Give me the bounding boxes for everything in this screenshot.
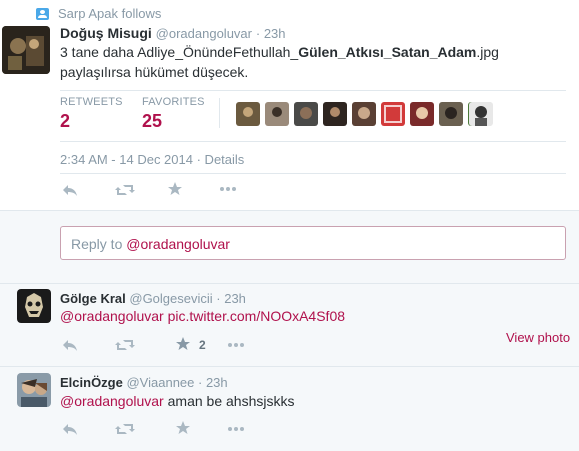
reply-time[interactable]: · 23h <box>198 375 228 390</box>
favoriter-avatar-last[interactable] <box>469 102 493 131</box>
stats-divider <box>219 98 220 128</box>
main-tweet: Sarp Apak follows Doğuş Misugi @oradango… <box>0 0 579 210</box>
reply-icon[interactable] <box>62 422 78 436</box>
tweet-text-line2: paylaşılırsa hükümet düşecek. <box>60 64 249 80</box>
view-photo-link[interactable]: View photo <box>506 330 570 345</box>
favoriters-list <box>236 102 496 131</box>
reply-icon[interactable] <box>62 338 78 352</box>
reply-mention[interactable]: @oradangoluvar <box>60 308 164 324</box>
tweet-header: Doğuş Misugi @oradangoluvar · 23h <box>60 25 286 41</box>
reply-placeholder: Reply to @oradangoluvar <box>71 236 230 252</box>
tweet-text-post: .jpg <box>476 44 499 60</box>
divider <box>60 90 566 91</box>
author-handle[interactable]: @oradangoluvar <box>156 26 252 41</box>
favoriter-avatars <box>236 102 492 126</box>
divider <box>0 210 579 211</box>
reply-photo-link[interactable]: pic.twitter.com/NOOxA4Sf08 <box>168 308 345 324</box>
more-icon[interactable] <box>228 427 244 431</box>
reply-handle: @oradangoluvar <box>126 236 230 252</box>
retweet-icon[interactable] <box>115 183 135 197</box>
tweet-timestamp[interactable]: 2:34 AM - 14 Dec 2014 <box>60 152 193 167</box>
avatar[interactable] <box>17 289 51 323</box>
divider <box>60 141 566 142</box>
retweet-icon[interactable] <box>115 338 135 352</box>
tweet-text-pre: 3 tane daha Adliye_ÖnündeFethullah_ <box>60 44 299 60</box>
tweet-text-line1: 3 tane daha Adliye_ÖnündeFethullah_Gülen… <box>60 44 499 60</box>
reply-text: @oradangoluvar pic.twitter.com/NOOxA4Sf0… <box>60 308 345 324</box>
avatar[interactable] <box>17 373 51 407</box>
more-icon[interactable] <box>228 343 244 347</box>
avatar-image <box>17 289 51 323</box>
favorite-count: 2 <box>199 338 206 352</box>
avatar[interactable] <box>2 26 50 74</box>
follow-icon <box>36 8 49 20</box>
reply-author-handle[interactable]: @Viaannee <box>126 375 194 390</box>
retweets-count[interactable]: 2 <box>60 111 70 132</box>
author-name[interactable]: Doğuş Misugi <box>60 25 152 41</box>
favorite-icon[interactable] <box>175 336 191 352</box>
reply-input[interactable]: Reply to @oradangoluvar <box>60 226 566 260</box>
avatar-image <box>2 26 50 74</box>
reply-body: aman be ahshsjskks <box>163 393 295 409</box>
reply-header: Gölge Kral @Golgesevicii · 23h <box>60 291 246 306</box>
favorite-icon[interactable] <box>167 181 183 197</box>
avatar-image <box>17 373 51 407</box>
reply-author-name[interactable]: Gölge Kral <box>60 291 126 306</box>
tweet-time[interactable]: · 23h <box>256 26 286 41</box>
more-icon[interactable] <box>220 187 236 191</box>
retweet-icon[interactable] <box>115 422 135 436</box>
reply-mention[interactable]: @oradangoluvar <box>60 393 164 409</box>
follow-notification[interactable]: Sarp Apak follows <box>58 6 161 21</box>
retweets-label[interactable]: RETWEETS <box>60 96 123 108</box>
reply-prefix: Reply to <box>71 236 127 252</box>
tweet-text-bold: Gülen_Atkısı_Satan_Adam <box>298 44 477 60</box>
reply-author-handle[interactable]: @Golgesevicii <box>129 291 212 306</box>
reply-time[interactable]: · 23h <box>216 291 246 306</box>
favorites-count[interactable]: 25 <box>142 111 162 132</box>
details-link[interactable]: · Details <box>197 152 245 167</box>
reply-author-name[interactable]: ElcinÖzge <box>60 375 123 390</box>
divider <box>60 173 566 174</box>
favorites-label[interactable]: FAVORITES <box>142 96 205 108</box>
favoriter-avatar-image <box>469 102 493 126</box>
tweet-timestamp-row: 2:34 AM - 14 Dec 2014 · Details <box>60 152 244 167</box>
reply-header: ElcinÖzge @Viaannee · 23h <box>60 375 228 390</box>
reply-icon[interactable] <box>62 183 78 197</box>
reply-text: @oradangoluvar aman be ahshsjskks <box>60 393 294 409</box>
favorite-icon[interactable] <box>175 420 191 436</box>
